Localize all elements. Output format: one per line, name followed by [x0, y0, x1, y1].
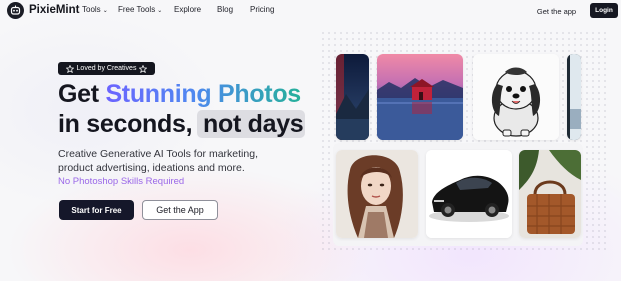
subtitle-line-2: product advertising, ideations and more.: [58, 162, 245, 174]
headline-word: Get: [58, 80, 99, 108]
nav-item-pricing[interactable]: Pricing: [250, 5, 274, 14]
nav-item-blog[interactable]: Blog: [217, 5, 233, 14]
nav-item-free-tools[interactable]: Free Tools ⌄: [118, 5, 162, 14]
nav-get-app-button[interactable]: Get the app: [531, 3, 582, 19]
red-cabin-lake-image[interactable]: [377, 54, 463, 140]
black-sports-car-image[interactable]: [426, 150, 512, 238]
headline-highlight: not days: [203, 110, 304, 138]
robot-face-icon[interactable]: [7, 2, 24, 19]
tagline: No Photoshop Skills Required: [58, 176, 185, 187]
leather-handbag-image[interactable]: [519, 150, 581, 238]
nav-item-tools[interactable]: Tools ⌄: [82, 5, 108, 14]
woman-portrait-sketch-image[interactable]: [336, 150, 418, 238]
chevron-down-icon: ⌄: [102, 8, 108, 14]
nav-item-explore[interactable]: Explore: [174, 5, 201, 14]
subtitle-line-1: Creative Generative AI Tools for marketi…: [58, 148, 258, 160]
headline-accent: Stunning Photos: [105, 80, 301, 108]
login-button[interactable]: Login: [590, 3, 618, 18]
shih-tzu-sketch-image[interactable]: [473, 54, 559, 140]
star-icon: [65, 64, 74, 73]
get-the-app-button[interactable]: Get the App: [142, 200, 218, 220]
chevron-down-icon: ⌄: [157, 8, 163, 14]
start-for-free-button[interactable]: Start for Free: [59, 200, 134, 220]
brand-name[interactable]: PixieMint: [29, 4, 79, 16]
headline-line-1: Get Stunning Photos: [58, 79, 301, 109]
partial-snow-image[interactable]: [567, 54, 581, 140]
top-navigation: PixieMint Tools ⌄ Free Tools ⌄ Explore Blo…: [0, 0, 621, 22]
headline-line-2: in seconds,: [58, 110, 193, 138]
badge-label: Loved by Creatives: [76, 65, 137, 72]
star-icon: [139, 64, 148, 73]
loved-badge: Loved by Creatives: [58, 62, 155, 75]
night-landscape-image[interactable]: [336, 54, 369, 140]
